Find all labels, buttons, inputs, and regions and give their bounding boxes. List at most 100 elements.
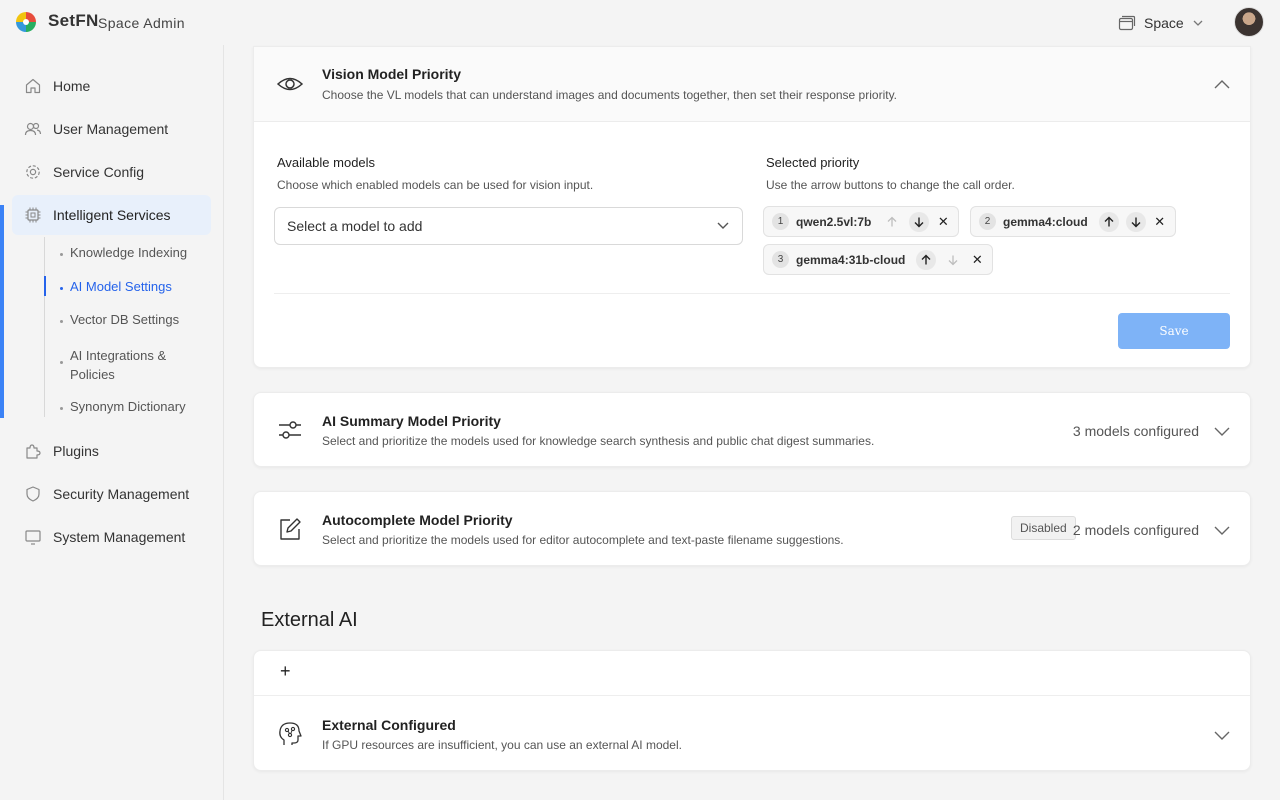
model-name: gemma4:31b-cloud: [796, 252, 906, 267]
selected-model-chip: 2 gemma4:cloud ✕: [970, 206, 1176, 237]
monitor-icon: [24, 528, 42, 546]
sidebar-subitem-label: Vector DB Settings: [70, 312, 180, 327]
arrow-down-icon: [914, 217, 924, 227]
ai-summary-model-priority-card[interactable]: AI Summary Model Priority Select and pri…: [253, 392, 1251, 467]
save-button[interactable]: Save: [1118, 313, 1230, 349]
sidebar-subitem-ai-model-settings[interactable]: AI Model Settings: [60, 279, 172, 294]
arrow-up-icon: [1104, 216, 1114, 226]
remove-model-button[interactable]: ✕: [936, 214, 950, 230]
models-configured-count: 2 models configured: [1072, 522, 1199, 538]
card-description: If GPU resources are insufficient, you c…: [322, 738, 682, 752]
move-down-button[interactable]: [909, 211, 930, 232]
arrow-up-icon: [887, 216, 897, 226]
sidebar-item-home[interactable]: Home: [12, 66, 211, 106]
card-description: Choose the VL models that can understand…: [322, 88, 898, 102]
sidebar-item-label: Plugins: [53, 443, 99, 459]
eye-icon: [276, 77, 304, 91]
card-description: Select and prioritize the models used fo…: [322, 434, 875, 448]
brand-name: SetFN: [48, 11, 99, 30]
external-configured-row[interactable]: External Configured If GPU resources are…: [254, 696, 1250, 772]
setfn-logo-icon: [16, 12, 36, 32]
remove-model-button[interactable]: ✕: [1153, 214, 1167, 230]
sidebar-item-security-management[interactable]: Security Management: [12, 474, 211, 514]
bullet-icon: [60, 253, 63, 256]
section-heading-external-ai: External AI: [261, 609, 358, 631]
external-ai-card: + External Configured If GPU resources a…: [253, 650, 1251, 771]
selected-model-chip: 1 qwen2.5vl:7b ✕: [763, 206, 960, 237]
sidebar-subitem-label: AI Integrations & Policies: [70, 348, 167, 382]
move-down-button[interactable]: [943, 250, 963, 270]
priority-number: 3: [772, 251, 789, 268]
remove-model-button[interactable]: ✕: [970, 252, 984, 268]
submenu-active-marker: [44, 276, 46, 296]
chevron-down-icon[interactable]: [1212, 520, 1232, 540]
sidebar-item-label: System Management: [53, 529, 186, 545]
gear-icon: [24, 163, 42, 181]
sidebar-item-plugins[interactable]: Plugins: [12, 431, 211, 471]
autocomplete-model-priority-card[interactable]: Autocomplete Model Priority Select and p…: [253, 491, 1251, 566]
chip-icon: [24, 206, 42, 224]
users-icon: [24, 120, 42, 138]
chevron-down-icon: [717, 222, 729, 229]
selected-priority-hint: Use the arrow buttons to change the call…: [766, 178, 1015, 192]
move-up-button[interactable]: [882, 212, 902, 232]
sidebar-subitem-ai-integrations-policies[interactable]: AI Integrations & Policies: [60, 346, 180, 384]
sidebar-item-label: User Management: [53, 121, 169, 137]
sidebar-item-label: Home: [53, 78, 91, 94]
sidebar: Home User Management Service Config Inte…: [0, 45, 224, 800]
sidebar-item-user-management[interactable]: User Management: [12, 109, 211, 149]
sidebar-subitem-synonym-dictionary[interactable]: Synonym Dictionary: [60, 399, 186, 414]
card-title: AI Summary Model Priority: [322, 413, 501, 429]
add-external-button[interactable]: +: [280, 661, 291, 682]
sidebar-item-label: Service Config: [53, 164, 145, 180]
brand-subtitle: Space Admin: [98, 15, 185, 31]
top-bar: SetFN Space Admin Space: [0, 0, 1280, 45]
models-configured-count: 3 models configured: [1072, 423, 1199, 439]
space-switcher[interactable]: Space: [1118, 13, 1204, 33]
card-title: Autocomplete Model Priority: [322, 512, 513, 528]
status-badge: Disabled: [1011, 516, 1076, 540]
move-down-button[interactable]: [1125, 211, 1146, 232]
sidebar-subitem-vector-db-settings[interactable]: Vector DB Settings: [60, 312, 179, 327]
vision-card-header[interactable]: Vision Model Priority Choose the VL mode…: [254, 47, 1250, 122]
window-icon: [1118, 15, 1136, 31]
chevron-down-icon[interactable]: [1212, 421, 1232, 441]
chevron-up-icon[interactable]: [1212, 75, 1232, 95]
sidebar-item-intelligent-services[interactable]: Intelligent Services: [12, 195, 211, 235]
model-select-dropdown[interactable]: Select a model to add: [274, 207, 743, 245]
bullet-icon: [60, 407, 63, 410]
selected-priority-label: Selected priority: [766, 155, 860, 170]
shield-icon: [24, 485, 42, 503]
arrow-up-icon: [921, 254, 931, 264]
active-section-indicator: [0, 205, 4, 418]
sidebar-subitem-label: Synonym Dictionary: [70, 399, 186, 414]
sidebar-subitem-label: Knowledge Indexing: [70, 245, 188, 260]
submenu-line: [44, 237, 45, 417]
selected-model-chip: 3 gemma4:31b-cloud ✕: [763, 244, 994, 275]
model-name: gemma4:cloud: [1003, 214, 1088, 229]
puzzle-icon: [24, 442, 42, 460]
sidebar-item-system-management[interactable]: System Management: [12, 517, 211, 557]
divider: [274, 293, 1230, 294]
bullet-icon: [60, 287, 63, 290]
sidebar-item-label: Security Management: [53, 486, 190, 502]
sidebar-subitem-knowledge-indexing[interactable]: Knowledge Indexing: [60, 245, 187, 260]
sidebar-subitem-label: AI Model Settings: [70, 279, 172, 294]
available-models-hint: Choose which enabled models can be used …: [277, 178, 594, 192]
brain-head-icon: [279, 722, 302, 745]
available-models-label: Available models: [277, 155, 376, 170]
sliders-icon: [279, 421, 301, 439]
chevron-down-icon: [1193, 20, 1203, 26]
bullet-icon: [60, 361, 63, 364]
card-title: Vision Model Priority: [322, 66, 461, 82]
arrow-down-icon: [1131, 217, 1141, 227]
sidebar-item-service-config[interactable]: Service Config: [12, 152, 211, 192]
chevron-down-icon[interactable]: [1212, 725, 1232, 745]
move-up-button[interactable]: [1098, 211, 1119, 232]
edit-icon: [280, 518, 301, 540]
card-description: Select and prioritize the models used fo…: [322, 533, 844, 547]
avatar[interactable]: [1234, 7, 1264, 37]
priority-number: 1: [772, 213, 789, 230]
select-placeholder: Select a model to add: [287, 218, 423, 234]
move-up-button[interactable]: [916, 249, 937, 270]
